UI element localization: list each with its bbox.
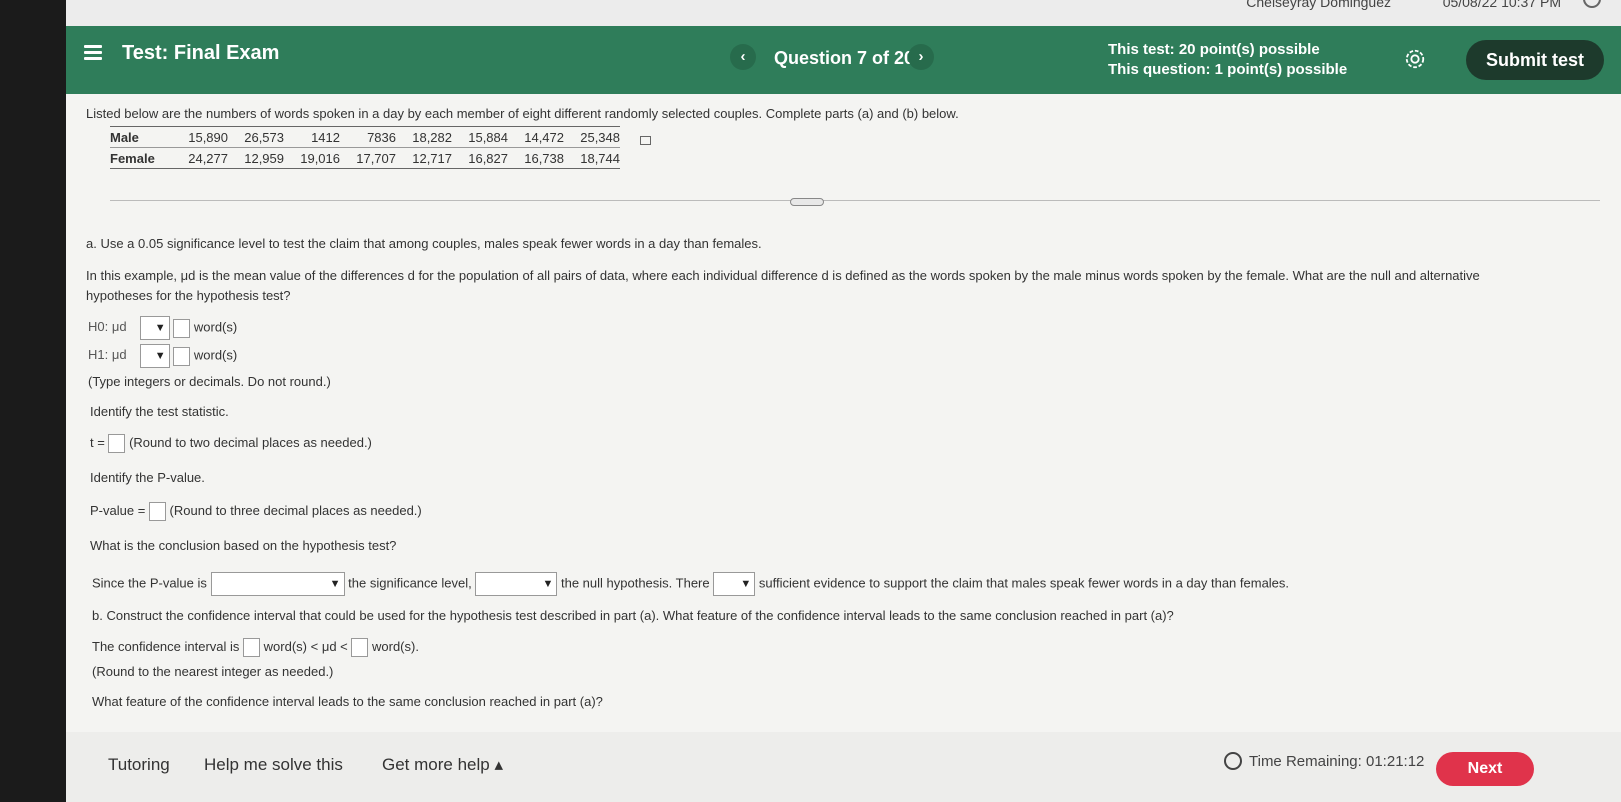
p-note: (Round to three decimal places as needed… — [169, 502, 422, 518]
feature-question: What feature of the confidence interval … — [92, 694, 603, 709]
example-text-1: In this example, μd is the mean value of… — [86, 268, 1480, 283]
table-cell: 16,738 — [508, 147, 564, 169]
part-a-text: a. Use a 0.05 significance level to test… — [86, 236, 762, 251]
question-content: Listed below are the numbers of words sp… — [66, 94, 1621, 734]
conclusion-question: What is the conclusion based on the hypo… — [90, 538, 397, 553]
p-vs-alpha-dropdown[interactable]: ▼ — [210, 572, 345, 596]
problem-intro: Listed below are the numbers of words sp… — [86, 106, 959, 121]
dropdown-arrow-icon: ▼ — [154, 350, 166, 362]
question-points: This question: 1 point(s) possible — [1108, 61, 1348, 78]
reject-dropdown[interactable]: ▼ — [475, 572, 558, 596]
datetime: 05/08/22 10:37 PM — [1442, 0, 1561, 10]
table-cell: 19,016 — [284, 147, 340, 169]
ci-lower-input[interactable] — [243, 638, 261, 657]
dropdown-arrow-icon: ▼ — [542, 578, 554, 590]
t-row: t = (Round to two decimal places as need… — [90, 434, 372, 453]
exam-screen: Test: Final Exam ‹ Question 7 of 20 › Th… — [66, 26, 1621, 802]
example-text-2: hypotheses for the hypothesis test? — [86, 288, 291, 303]
submit-test-button[interactable]: Submit test — [1466, 40, 1604, 80]
table-cell: 14,472 — [508, 126, 564, 148]
table-cell: 25,348 — [564, 126, 620, 148]
test-title: Test: Final Exam — [122, 42, 280, 64]
table-cell: 26,573 — [228, 126, 284, 148]
table-cell: 1412 — [284, 126, 340, 148]
t-note: (Round to two decimal places as needed.) — [129, 434, 372, 450]
table-row: Female 24,277 12,959 19,016 17,707 12,71… — [110, 147, 620, 169]
table-cell: 16,827 — [452, 147, 508, 169]
h1-label: H1: μd — [88, 347, 127, 363]
section-divider — [110, 200, 1600, 201]
dropdown-arrow-icon: ▼ — [329, 578, 341, 590]
exam-header: Test: Final Exam ‹ Question 7 of 20 › Th… — [66, 26, 1621, 94]
null-text: the null hypothesis. There — [560, 575, 710, 591]
ci-label: The confidence interval is — [92, 638, 240, 654]
table-cell: 24,277 — [172, 147, 228, 169]
test-points: This test: 20 point(s) possible — [1108, 41, 1320, 58]
t-label: t = — [90, 434, 105, 450]
h0-row: H0: μd ▼ word(s) — [88, 316, 237, 340]
h1-unit: word(s) — [193, 347, 238, 363]
is-is-not-dropdown[interactable]: ▼ — [713, 572, 756, 596]
clock-icon — [1224, 752, 1242, 770]
time-label: Time Remaining: — [1249, 753, 1362, 770]
next-question-button[interactable]: › — [908, 44, 934, 70]
row-label-male: Male — [110, 126, 172, 148]
dropdown-arrow-icon: ▼ — [740, 578, 752, 590]
ci-middle: word(s) < μd < — [263, 638, 348, 654]
identify-p-value: Identify the P-value. — [90, 470, 205, 485]
t-statistic-input[interactable] — [108, 434, 126, 453]
h1-operator-dropdown[interactable]: ▼ — [139, 344, 170, 368]
table-cell: 12,717 — [396, 147, 452, 169]
settings-gear-icon[interactable] — [1404, 48, 1426, 70]
conclusion-row: Since the P-value is ▼ the significance … — [92, 572, 1289, 596]
p-value-input[interactable] — [148, 502, 166, 521]
table-cell: 7836 — [340, 126, 396, 148]
h1-row: H1: μd ▼ word(s) — [88, 344, 237, 368]
table-cell: 18,282 — [396, 126, 452, 148]
couples-data-table: Male 15,890 26,573 1412 7836 18,282 15,8… — [110, 126, 620, 169]
help-me-solve-link[interactable]: Help me solve this — [204, 755, 343, 775]
round-note: (Round to the nearest integer as needed.… — [92, 664, 334, 679]
evidence-text: sufficient evidence to support the claim… — [758, 575, 1290, 591]
copy-data-icon[interactable] — [640, 136, 651, 145]
h1-value-input[interactable] — [173, 346, 191, 366]
h0-unit: word(s) — [193, 319, 238, 335]
p-label: P-value = — [90, 502, 146, 518]
table-cell: 18,744 — [564, 147, 620, 169]
ci-upper-input[interactable] — [351, 638, 369, 657]
table-cell: 12,959 — [228, 147, 284, 169]
exam-footer: Tutoring Help me solve this Get more hel… — [66, 732, 1621, 802]
row-label-female: Female — [110, 147, 172, 169]
time-remaining: Time Remaining: 01:21:12 — [1249, 753, 1424, 770]
next-button[interactable]: Next — [1436, 752, 1534, 786]
user-name: Chelseyray Dominguez — [1246, 0, 1391, 10]
part-b-text: b. Construct the confidence interval tha… — [92, 608, 1174, 623]
significance-text: the significance level, — [348, 575, 472, 591]
table-cell: 15,890 — [172, 126, 228, 148]
menu-icon[interactable] — [84, 45, 102, 61]
type-note: (Type integers or decimals. Do not round… — [88, 374, 331, 389]
since-text: Since the P-value is — [92, 575, 207, 591]
previous-question-button[interactable]: ‹ — [730, 44, 756, 70]
question-counter: Question 7 of 20 — [774, 48, 915, 68]
ci-row: The confidence interval is word(s) < μd … — [92, 638, 419, 657]
p-row: P-value = (Round to three decimal places… — [90, 502, 422, 521]
browser-top-strip: Chelseyray Dominguez 05/08/22 10:37 PM — [66, 0, 1621, 26]
help-circle-icon[interactable] — [1583, 0, 1601, 8]
ci-end: word(s). — [372, 638, 419, 654]
h0-label: H0: μd — [88, 319, 127, 335]
h0-operator-dropdown[interactable]: ▼ — [139, 316, 170, 340]
identify-test-statistic: Identify the test statistic. — [90, 404, 229, 419]
time-value: 01:21:12 — [1366, 753, 1425, 770]
h0-value-input[interactable] — [173, 318, 191, 338]
resize-handle[interactable] — [790, 198, 824, 206]
table-cell: 15,884 — [452, 126, 508, 148]
table-row: Male 15,890 26,573 1412 7836 18,282 15,8… — [110, 126, 620, 148]
get-more-help-link[interactable]: Get more help ▴ — [382, 755, 503, 775]
dropdown-arrow-icon: ▼ — [154, 322, 166, 334]
points-info: This test: 20 point(s) possible This que… — [1108, 40, 1347, 80]
table-cell: 17,707 — [340, 147, 396, 169]
tutoring-link[interactable]: Tutoring — [108, 755, 170, 775]
